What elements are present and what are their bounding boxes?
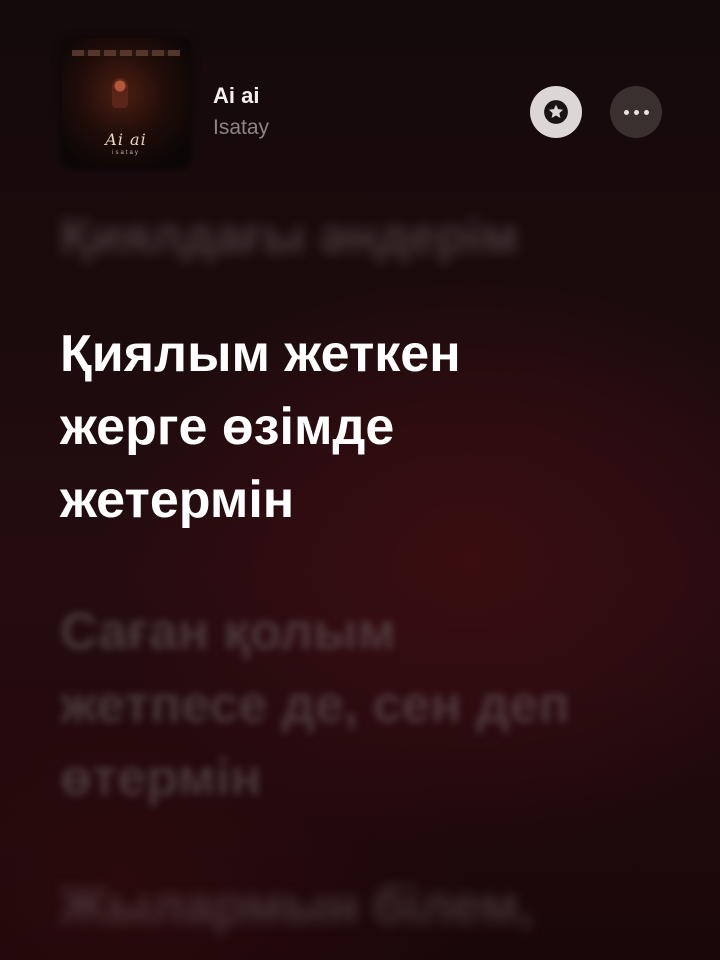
more-options-button[interactable] bbox=[610, 86, 662, 138]
lyric-line: Саған қолым bbox=[60, 603, 396, 661]
lyric-line: жетпесе де, сен деп bbox=[60, 676, 570, 734]
star-icon bbox=[544, 100, 568, 124]
lyric-line: жетермін bbox=[60, 471, 295, 529]
artwork-figure bbox=[112, 78, 128, 108]
lyric-line: Жылармын білем, bbox=[60, 877, 534, 935]
artwork-script-text: Ai ai bbox=[105, 130, 147, 149]
ellipsis-icon bbox=[623, 109, 649, 115]
lyric-after[interactable]: Жылармын білем, bbox=[60, 870, 660, 943]
lyric-next[interactable]: Саған қолым жетпесе де, сен деп өтермін bbox=[60, 596, 660, 815]
artwork-small-text: isatay bbox=[112, 150, 140, 156]
lyric-line: жерге өзімде bbox=[60, 398, 395, 456]
lyric-line: Қиялым жеткен bbox=[60, 325, 461, 383]
album-artwork[interactable]: Ai ai isatay bbox=[62, 38, 190, 166]
track-title[interactable]: Ai ai bbox=[213, 83, 259, 109]
lyric-previous[interactable]: Қиялдағы әндерім bbox=[60, 200, 660, 273]
artwork-window-light bbox=[72, 50, 180, 56]
lyric-current[interactable]: Қиялым жеткен жерге өзімде жетермін bbox=[60, 318, 660, 537]
lyric-line: өтермін bbox=[60, 749, 262, 807]
favorite-button[interactable] bbox=[530, 86, 582, 138]
now-playing-header: Ai ai isatay Ai ai Isatay bbox=[0, 0, 720, 190]
lyric-line: Қиялдағы әндерім bbox=[60, 208, 519, 264]
track-artist[interactable]: Isatay bbox=[213, 116, 269, 140]
